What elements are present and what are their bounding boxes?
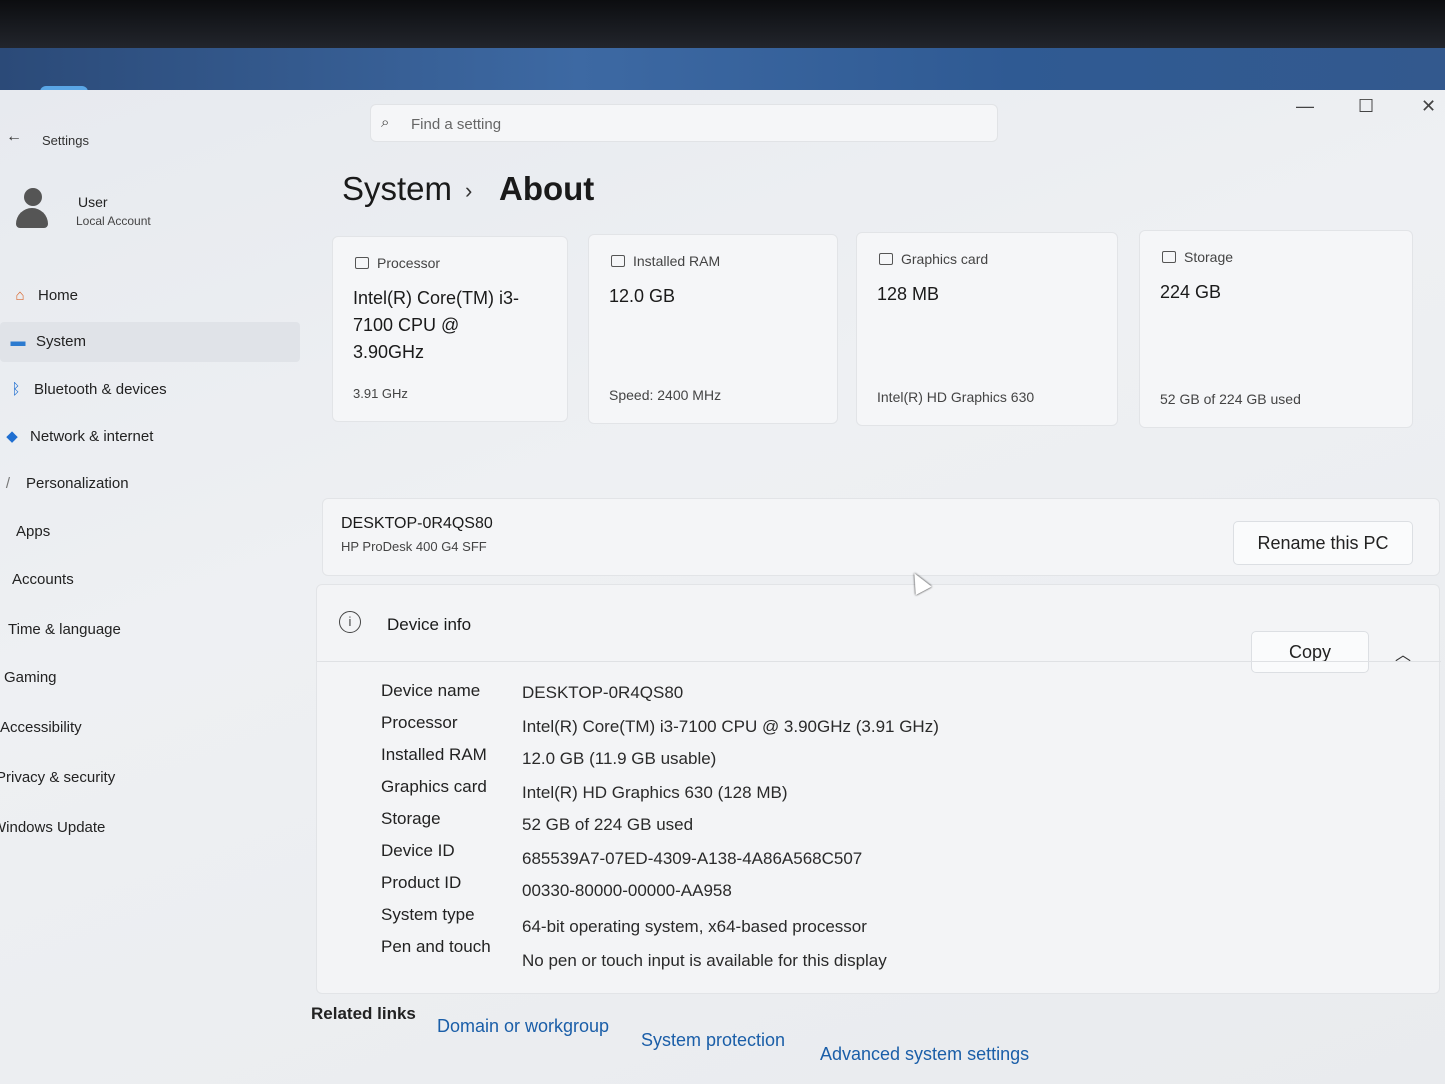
account-type: Local Account xyxy=(76,214,151,228)
storage-card: Storage 224 GB 52 GB of 224 GB used xyxy=(1139,230,1413,428)
storage-value: 224 GB xyxy=(1160,282,1222,302)
spec-value: 685539A7-07ED-4309-A138-4A86A568C507 xyxy=(522,849,863,868)
ram-value: 12.0 GB xyxy=(609,286,676,306)
spec-value: 64-bit operating system, x64-based proce… xyxy=(522,917,867,936)
ram-speed: Speed: 2400 MHz xyxy=(609,387,722,403)
info-icon: i xyxy=(339,611,361,633)
sidebar-item-windows-update[interactable]: Windows Update xyxy=(0,808,256,848)
ram-icon xyxy=(611,255,625,267)
back-arrow-icon[interactable]: ← xyxy=(6,128,22,146)
system-protection-link[interactable]: System protection xyxy=(641,1030,785,1051)
graphics-model: Intel(R) HD Graphics 630 xyxy=(877,389,1035,405)
spec-label: Device ID xyxy=(381,841,455,860)
desktop-background xyxy=(0,48,1445,90)
spec-label: Graphics card xyxy=(381,777,487,796)
sidebar-item-bluetooth[interactable]: ᛒ Bluetooth & devices xyxy=(0,370,298,410)
device-info-panel: i Device info Copy ︿ Device name DESKTOP… xyxy=(316,584,1441,994)
search-input[interactable] xyxy=(411,111,971,137)
avatar[interactable] xyxy=(14,188,48,230)
domain-workgroup-link[interactable]: Domain or workgroup xyxy=(437,1016,609,1037)
storage-icon xyxy=(1162,251,1176,263)
search-box[interactable]: ⌕ xyxy=(370,104,998,142)
pc-name-row: DESKTOP-0R4QS80 HP ProDesk 400 G4 SFF Re… xyxy=(322,498,1440,576)
spec-label: Processor xyxy=(381,713,458,732)
processor-value: Intel(R) Core(TM) i3-7100 CPU @ 3.90GHz xyxy=(353,288,520,362)
monitor-bezel xyxy=(0,0,1445,48)
bluetooth-icon: ᛒ xyxy=(11,381,21,398)
user-name: User xyxy=(78,194,108,210)
processor-speed: 3.91 GHz xyxy=(353,386,408,401)
processor-icon xyxy=(355,257,369,269)
home-icon: ⌂ xyxy=(15,287,25,304)
spec-label: Pen and touch xyxy=(381,937,491,956)
storage-usage: 52 GB of 224 GB used xyxy=(1160,391,1301,407)
spec-value: DESKTOP-0R4QS80 xyxy=(522,683,684,702)
spec-value: Intel(R) HD Graphics 630 (128 MB) xyxy=(522,783,788,802)
close-button[interactable]: ✕ xyxy=(1421,96,1436,117)
app-title: Settings xyxy=(42,133,89,148)
ram-card: Installed RAM 12.0 GB Speed: 2400 MHz xyxy=(588,234,838,424)
brush-icon: / xyxy=(5,475,11,492)
spec-label: Storage xyxy=(381,809,441,828)
sidebar-item-network[interactable]: ◆ Network & internet xyxy=(0,417,294,457)
sidebar-item-privacy[interactable]: Privacy & security xyxy=(0,758,260,798)
spec-value: 52 GB of 224 GB used xyxy=(522,815,694,834)
copy-button[interactable]: Copy xyxy=(1251,631,1369,673)
maximize-button[interactable]: ☐ xyxy=(1358,96,1374,117)
related-links-title: Related links xyxy=(311,1004,416,1023)
related-links: Related links Domain or workgroup System… xyxy=(295,978,1445,1068)
sidebar-item-system[interactable]: ▬ System xyxy=(0,322,300,362)
pc-name: DESKTOP-0R4QS80 xyxy=(341,515,493,532)
sidebar-item-gaming[interactable]: Gaming xyxy=(0,658,268,698)
monitor-icon: ▬ xyxy=(10,333,26,350)
pc-model: HP ProDesk 400 G4 SFF xyxy=(341,539,487,554)
graphics-value: 128 MB xyxy=(877,284,940,304)
processor-card: Processor Intel(R) Core(TM) i3-7100 CPU … xyxy=(332,236,568,422)
divider xyxy=(317,661,1441,662)
breadcrumb-parent[interactable]: System xyxy=(342,170,452,208)
sidebar-item-apps[interactable]: Apps xyxy=(0,512,280,552)
minimize-button[interactable]: — xyxy=(1296,96,1314,117)
sidebar-item-time-language[interactable]: Time & language xyxy=(0,610,272,650)
advanced-system-settings-link[interactable]: Advanced system settings xyxy=(820,1044,1029,1065)
wifi-icon: ◆ xyxy=(6,428,18,445)
page-title: About xyxy=(499,170,595,207)
search-icon: ⌕ xyxy=(381,114,390,131)
graphics-icon xyxy=(879,253,893,265)
spec-value: 00330-80000-00000-AA958 xyxy=(522,881,732,900)
spec-label: Product ID xyxy=(381,873,462,892)
rename-pc-button[interactable]: Rename this PC xyxy=(1233,521,1413,565)
title-bar: ← Settings ⌕ — ☐ ✕ xyxy=(0,90,1445,148)
spec-label: Device name xyxy=(381,681,481,700)
settings-window: ← Settings ⌕ — ☐ ✕ User Local Account ⌂H… xyxy=(0,90,1445,1084)
breadcrumb-chevron-icon: › xyxy=(465,178,473,203)
spec-label: Installed RAM xyxy=(381,745,487,764)
spec-label: System type xyxy=(381,905,475,924)
spec-value: 12.0 GB (11.9 GB usable) xyxy=(522,749,717,768)
sidebar-item-accessibility[interactable]: Accessibility xyxy=(0,708,264,748)
sidebar-item-personalization[interactable]: / Personalization xyxy=(0,464,290,504)
spec-value: No pen or touch input is available for t… xyxy=(522,951,887,970)
graphics-card: Graphics card 128 MB Intel(R) HD Graphic… xyxy=(856,232,1118,426)
sidebar-item-home[interactable]: ⌂ Home xyxy=(2,276,302,316)
device-info-title: Device info xyxy=(387,615,472,634)
sidebar-item-accounts[interactable]: Accounts xyxy=(0,560,276,600)
spec-value: Intel(R) Core(TM) i3-7100 CPU @ 3.90GHz … xyxy=(522,717,939,736)
